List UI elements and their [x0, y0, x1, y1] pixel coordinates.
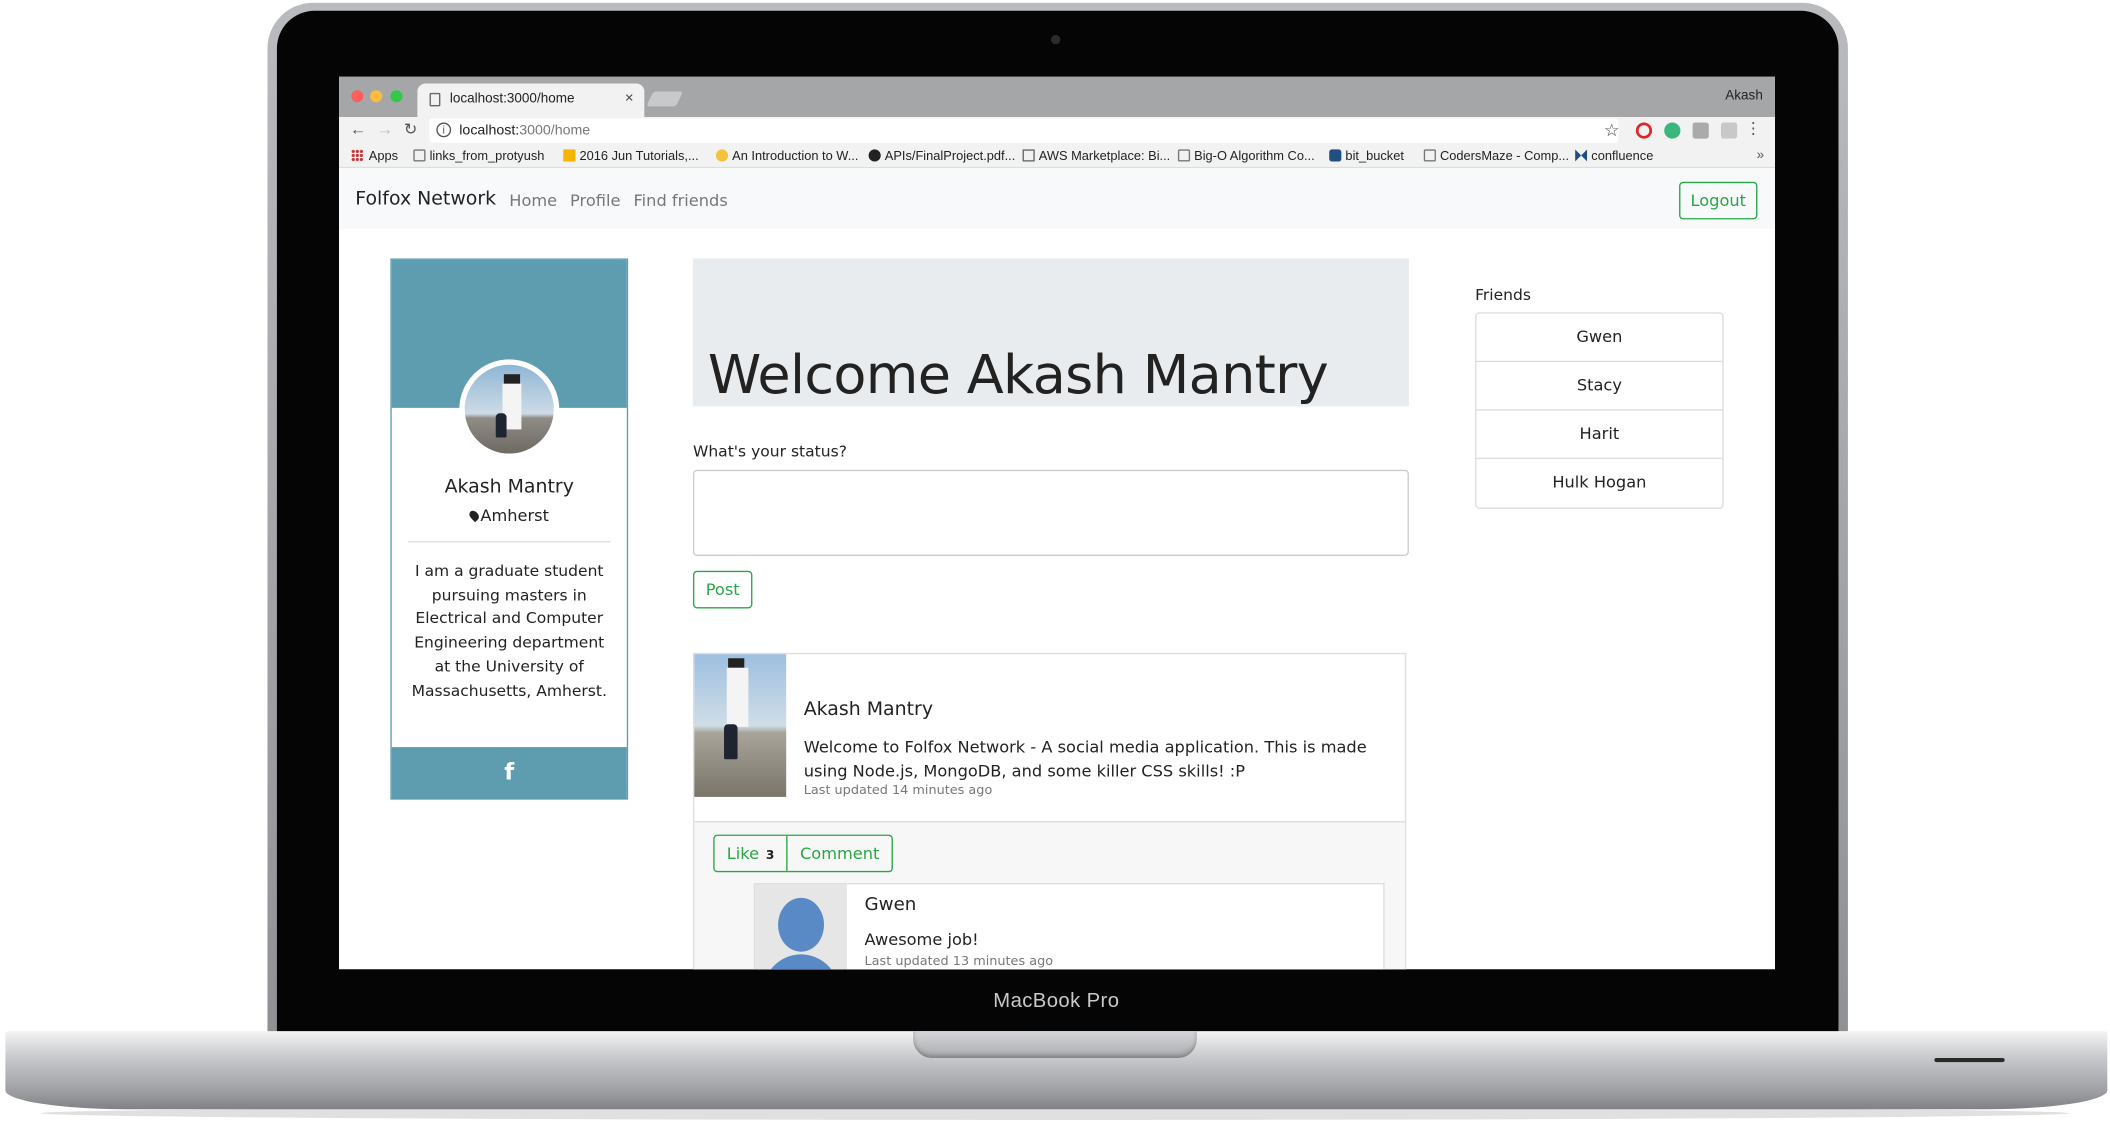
- post-timestamp: Last updated 14 minutes ago: [803, 783, 993, 799]
- page-icon: [1177, 149, 1191, 162]
- post-footer: Like 3 Comment Gwen Awesome job! Last upd…: [694, 821, 1405, 970]
- close-window-icon[interactable]: [351, 90, 364, 103]
- folder-icon: [413, 149, 426, 162]
- apps-grid-icon: [351, 149, 364, 162]
- profile-card: Akash Mantry Amherst I am a graduate stu…: [390, 258, 629, 800]
- post-button[interactable]: Post: [692, 570, 753, 609]
- extension-icon[interactable]: [1692, 122, 1709, 139]
- bookmark-star-icon[interactable]: ☆: [1604, 120, 1620, 142]
- nav-home[interactable]: Home: [509, 191, 557, 210]
- status-input[interactable]: [692, 469, 1409, 556]
- friend-item-stacy[interactable]: Stacy: [1476, 362, 1723, 411]
- address-bar[interactable]: i localhost:3000/home: [429, 118, 1619, 143]
- bookmark-apis[interactable]: APIs/FinalProject.pdf...: [868, 149, 1015, 164]
- url-path: 3000/home: [519, 122, 591, 139]
- site-brand[interactable]: Folfox Network: [355, 188, 496, 210]
- post-author: Akash Mantry: [803, 698, 934, 721]
- comment-text: Awesome job!: [864, 930, 979, 950]
- tab-title: localhost:3000/home: [449, 91, 575, 107]
- profile-name: Akash Mantry: [444, 476, 574, 499]
- github-icon: [868, 149, 881, 162]
- opera-extension-icon[interactable]: [1635, 122, 1653, 139]
- facebook-icon[interactable]: f: [392, 759, 627, 786]
- browser-tab[interactable]: localhost:3000/home ×: [417, 83, 645, 118]
- status-label: What's your status?: [692, 441, 847, 461]
- k-favicon-icon: [563, 149, 576, 162]
- post-text: Welcome to Folfox Network - A social med…: [803, 737, 1367, 781]
- friends-list: Gwen Stacy Harit Hulk Hogan: [1475, 312, 1724, 509]
- grammarly-extension-icon[interactable]: [1664, 122, 1681, 139]
- like-count-badge: 3: [765, 849, 775, 863]
- comment-timestamp: Last updated 13 minutes ago: [864, 954, 1054, 970]
- screen: localhost:3000/home × Akash ← → ↻ i loca…: [339, 76, 1775, 970]
- bookmark-links[interactable]: links_from_protyush: [413, 149, 544, 164]
- welcome-heading: Welcome Akash Mantry: [707, 344, 1329, 407]
- bookmarks-overflow-icon[interactable]: »: [1757, 148, 1765, 163]
- bookmark-confluence[interactable]: confluence: [1575, 149, 1653, 164]
- page-icon: [429, 92, 441, 107]
- play-extension-icon[interactable]: [1720, 122, 1738, 139]
- default-avatar-icon: [755, 884, 847, 970]
- post-author-photo: [694, 654, 787, 797]
- menu-icon[interactable]: ⋮: [1745, 118, 1761, 137]
- avatar: [459, 359, 560, 460]
- divider: [407, 541, 611, 543]
- camera-icon: [1050, 34, 1061, 45]
- disc-slot: [1934, 1058, 2005, 1063]
- bookmark-introduction[interactable]: An Introduction to W...: [715, 149, 858, 164]
- lid-notch: [913, 1031, 1197, 1059]
- friend-item-harit[interactable]: Harit: [1476, 411, 1723, 460]
- bookmark-codersmaze[interactable]: CodersMaze - Comp...: [1423, 149, 1569, 164]
- back-arrow-icon[interactable]: ←: [350, 120, 366, 139]
- welcome-jumbotron: Welcome Akash Mantry: [692, 258, 1409, 407]
- bookmarks-bar: Apps links_from_protyush 2016 Jun Tutori…: [339, 144, 1775, 169]
- map-marker-icon: [466, 508, 481, 523]
- like-button[interactable]: Like 3: [715, 835, 788, 871]
- minimize-window-icon[interactable]: [370, 90, 383, 103]
- profile-card-footer: f: [391, 747, 627, 800]
- comment-button[interactable]: Comment: [788, 836, 892, 871]
- page-icon: [1423, 149, 1436, 162]
- url-host: localhost:: [459, 122, 520, 139]
- nav-find-friends[interactable]: Find friends: [634, 191, 728, 210]
- bookmark-bitbucket[interactable]: bit_bucket: [1329, 149, 1404, 164]
- site-favicon-icon: [715, 149, 729, 162]
- reload-icon[interactable]: ↻: [404, 120, 418, 139]
- comment-card: Gwen Awesome job! Last updated 13 minute…: [753, 883, 1385, 970]
- confluence-icon: [1575, 149, 1588, 162]
- comment-author: Gwen: [864, 893, 917, 916]
- friend-item-gwen[interactable]: Gwen: [1476, 314, 1723, 363]
- nav-profile[interactable]: Profile: [570, 191, 620, 210]
- tab-strip: localhost:3000/home × Akash: [339, 76, 1775, 118]
- logout-button[interactable]: Logout: [1679, 181, 1758, 220]
- bookmark-aws[interactable]: AWS Marketplace: Bi...: [1022, 149, 1170, 164]
- info-icon[interactable]: i: [436, 122, 452, 138]
- friends-heading: Friends: [1475, 285, 1531, 305]
- profile-location: Amherst: [392, 506, 627, 525]
- profile-user-name[interactable]: Akash: [1725, 89, 1763, 104]
- forward-arrow-icon[interactable]: →: [377, 120, 393, 139]
- device-label: MacBook Pro: [993, 989, 1120, 1013]
- zoom-window-icon[interactable]: [390, 90, 403, 103]
- navbar: Folfox Network Home Profile Find friends…: [339, 168, 1775, 229]
- new-tab-button[interactable]: [646, 91, 683, 107]
- bookmark-apps[interactable]: Apps: [351, 149, 398, 164]
- bitbucket-icon: [1329, 149, 1342, 162]
- page-content: Folfox Network Home Profile Find friends…: [339, 168, 1775, 970]
- bookmark-bigo[interactable]: Big-O Algorithm Co...: [1177, 149, 1315, 164]
- close-tab-icon[interactable]: ×: [625, 90, 634, 106]
- friend-item-hulk-hogan[interactable]: Hulk Hogan: [1476, 459, 1722, 507]
- profile-bio: I am a graduate student pursuing masters…: [411, 561, 607, 700]
- post-card: Akash Mantry Welcome to Folfox Network -…: [692, 652, 1407, 970]
- post-actions: Like 3 Comment: [713, 834, 893, 873]
- address-toolbar: ← → ↻ i localhost:3000/home ☆ ⋮: [339, 117, 1775, 145]
- bookmark-tutorials[interactable]: 2016 Jun Tutorials,...: [563, 149, 699, 164]
- cart-icon: [1022, 149, 1035, 162]
